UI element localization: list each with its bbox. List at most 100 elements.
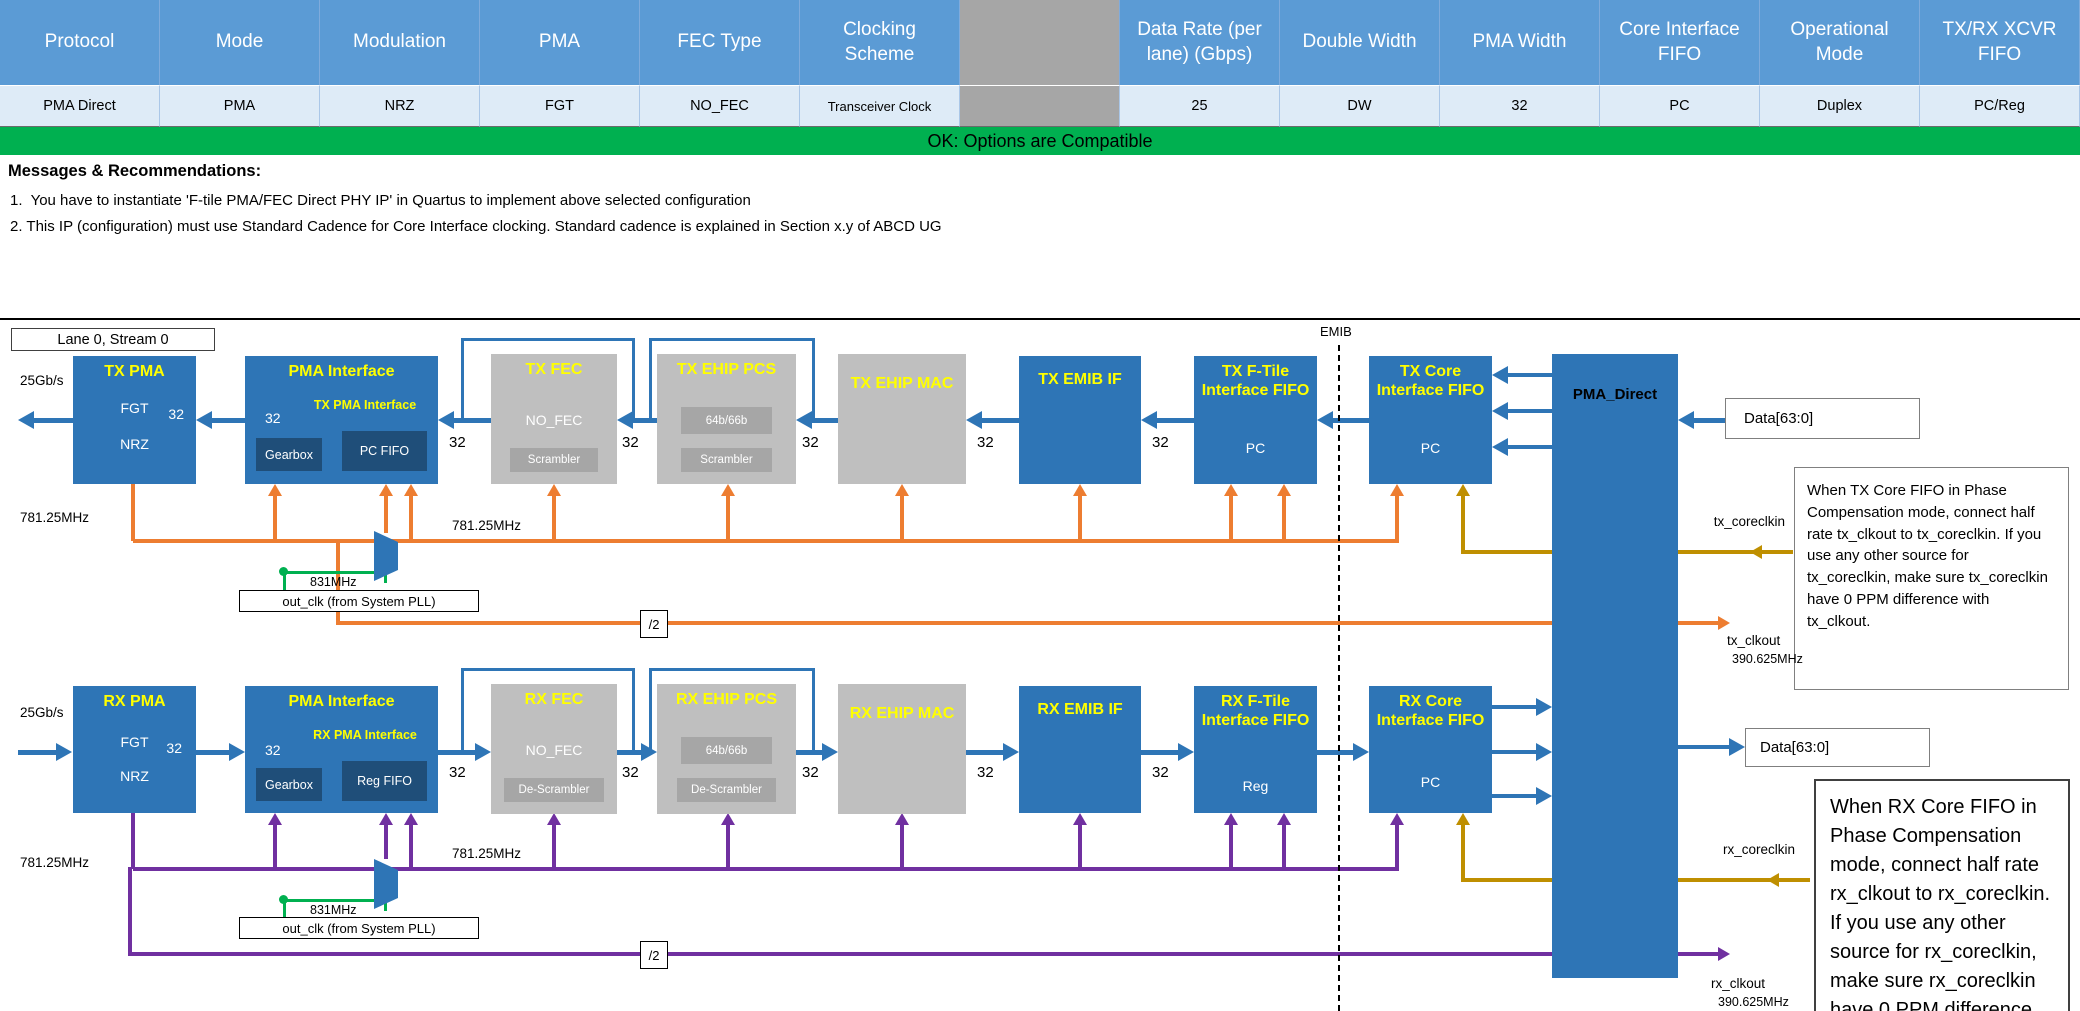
tx-core-fifo-mode: PC [1369,440,1492,456]
tx-64b66b-block: 64b/66b [681,407,772,434]
rx-bus-arrowhead [229,743,245,761]
tx-clkout-freq-label: 390.625MHz [1732,652,1803,666]
rx-bus-width-label: 32 [802,764,819,781]
cell-xcvr-fifo[interactable]: PC/Reg [1920,85,2080,127]
cell-protocol[interactable]: PMA Direct [0,85,160,127]
rx-bus-line [196,750,231,755]
tx-pma-interface-block: PMA Interface TX PMA Interface 32 Gearbo… [245,356,438,484]
rx-serial-arrowhead [56,743,72,761]
tx-serial-rate-label: 25Gb/s [20,373,64,388]
rx-bus-line [796,750,824,755]
cell-data-rate[interactable]: 25 [1120,85,1280,127]
config-table-values: PMA Direct PMA NRZ FGT NO_FEC Transceive… [0,85,2080,127]
tx-ehip-pcs-title: TX EHIP PCS [657,354,796,379]
clocking-scheme-tool: Protocol Mode Modulation PMA FEC Type Cl… [0,0,2080,1011]
rx-clock-stub [552,824,556,869]
rx-core-arrowhead [1536,787,1552,805]
rx-pma-block: RX PMA FGT NRZ 32 [73,686,196,813]
tx-fec-title: TX FEC [491,354,617,379]
cell-operational-mode[interactable]: Duplex [1760,85,1920,127]
tx-core-line [1506,445,1552,449]
rx-bus-line [1317,750,1355,755]
cell-clocking-scheme[interactable]: Transceiver Clock [800,85,960,127]
cell-pma[interactable]: FGT [480,85,640,127]
rx-core-fifo-mode: PC [1369,774,1492,790]
tx-pma-interface-subtitle: TX PMA Interface [295,398,435,412]
rx-bypass-line [812,670,815,751]
rx-core-arrowhead [1536,743,1552,761]
tx-core-line [1506,373,1552,377]
rx-gearbox-block: Gearbox [256,768,322,801]
rx-clkout-arrowhead [1718,947,1730,961]
rx-coreclkin-dir-arrowhead [1767,873,1779,887]
cell-double-width[interactable]: DW [1280,85,1440,127]
rx-bus-arrowhead [822,743,838,761]
tx-pma-title: TX PMA [73,356,196,381]
tx-bus-line [1331,418,1369,423]
tx-gearbox-block: Gearbox [256,438,322,471]
tx-mux-out-line [384,495,388,533]
rx-bypass-line [461,668,635,671]
rx-fec-title: RX FEC [491,684,617,709]
tx-pma-bus-width: 32 [168,406,184,422]
rx-bus-line [438,750,477,755]
rx-ftile-fifo-block: RX F-Tile Interface FIFO Reg [1194,686,1317,813]
tx-div2-line [336,621,640,625]
rx-fec-mode: NO_FEC [491,742,617,758]
rx-reg-fifo-block: Reg FIFO [342,761,427,801]
rx-pma-title: RX PMA [73,686,196,711]
rx-bus-arrowhead [1178,743,1194,761]
col-header-protocol: Protocol [0,0,160,85]
tx-clock-main-line [133,539,1399,543]
cell-fec-type[interactable]: NO_FEC [640,85,800,127]
col-header-blank [960,0,1120,85]
tx-bus-line [452,418,491,423]
cell-pma-width[interactable]: 32 [1440,85,1600,127]
cell-mode[interactable]: PMA [160,85,320,127]
rx-clock-stub [273,824,277,869]
tx-pll-tap-dot [279,567,288,576]
tx-ftile-fifo-block: TX F-Tile Interface FIFO PC [1194,356,1317,484]
rx-pll-freq-label: 831MHz [310,903,357,917]
rx-clkout-label: rx_clkout [1711,976,1765,991]
col-header-mode: Mode [160,0,320,85]
rx-bypass-line [649,668,815,671]
rx-div2-line [128,952,640,956]
tx-bus-width-label: 32 [802,434,819,451]
rx-pma-interface-title: PMA Interface [245,686,438,711]
tx-bus-line [1155,418,1194,423]
tx-pma-block: TX PMA FGT NRZ 32 [73,356,196,484]
rx-pll-tap-dot [279,895,288,904]
col-header-double-width: Double Width [1280,0,1440,85]
cell-core-interface-fifo[interactable]: PC [1600,85,1760,127]
tx-bypass-line [461,340,464,420]
tx-bypass-line [632,340,635,420]
tx-fec-block: TX FEC NO_FEC Scrambler [491,354,617,484]
tx-clock-freq-left: 781.25MHz [20,510,89,525]
tx-core-fifo-title: TX Core Interface FIFO [1369,356,1492,400]
message-item-2: 2. This IP (configuration) must use Stan… [10,218,942,235]
rx-pma-bus-width: 32 [166,740,182,756]
rx-bus-width-label: 32 [449,764,466,781]
cell-blank [960,85,1120,127]
rx-bus-arrowhead [1003,743,1019,761]
tx-bypass-line [461,338,635,341]
tx-clock-stub [900,495,904,541]
tx-pma-interface-title: PMA Interface [245,356,438,381]
rx-clock-stub [1395,824,1399,869]
col-header-pma-width: PMA Width [1440,0,1600,85]
diagram-top-rule [0,318,2080,320]
emib-boundary-line [1338,345,1340,1011]
cell-modulation[interactable]: NRZ [320,85,480,127]
tx-data-box: Data[63:0] [1725,398,1920,439]
tx-clock-stub [552,495,556,541]
pma-direct-block: PMA_Direct [1552,354,1678,978]
rx-core-fifo-block: RX Core Interface FIFO PC [1369,686,1492,813]
rx-bus-width-label: 32 [622,764,639,781]
rx-ehip-pcs-title: RX EHIP PCS [657,684,796,709]
rx-coreclkin-stub [1461,824,1465,882]
pma-direct-label: PMA_Direct [1552,354,1678,403]
rx-64b66b-block: 64b/66b [681,737,772,764]
tx-ehip-pcs-block: TX EHIP PCS 64b/66b Scrambler [657,354,796,484]
tx-pma-interface-bus-width: 32 [265,410,281,426]
